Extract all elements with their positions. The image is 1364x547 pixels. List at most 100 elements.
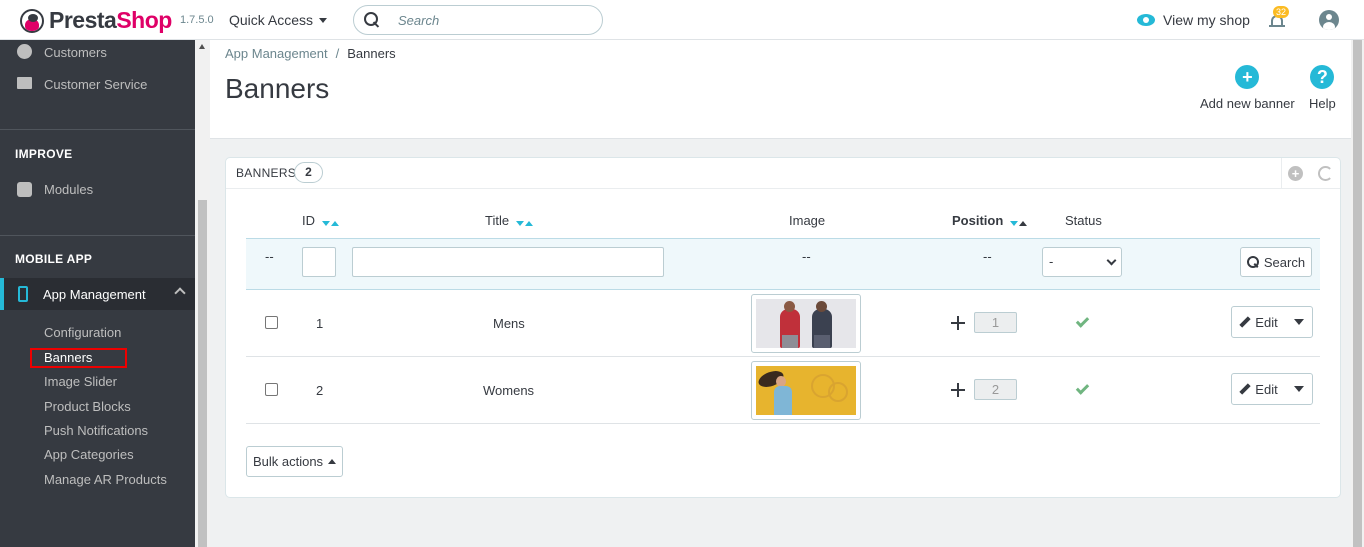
caret-up-icon: [328, 459, 337, 464]
sidebar-sub-configuration[interactable]: Configuration: [44, 325, 121, 340]
sort-desc-icon[interactable]: [321, 221, 330, 227]
sidebar-section-improve: IMPROVE: [15, 147, 73, 161]
row-id: 2: [316, 383, 324, 398]
view-my-shop-link[interactable]: View my shop: [1137, 12, 1250, 28]
edit-label: Edit: [1255, 381, 1278, 397]
edit-button[interactable]: Edit: [1232, 307, 1286, 337]
filter-status-select[interactable]: -: [1042, 247, 1122, 277]
header-search[interactable]: [353, 5, 603, 35]
sidebar-sub-manage-ar-products[interactable]: Manage AR Products: [44, 472, 167, 487]
sidebar-item-customer-service[interactable]: Customer Service: [0, 69, 195, 99]
sidebar-divider: [0, 129, 195, 130]
help-icon: ?: [1310, 65, 1335, 89]
filter-bulk-placeholder: --: [265, 249, 274, 264]
table-row: 1 Mens 1 Edit: [246, 290, 1320, 357]
edit-label: Edit: [1255, 314, 1278, 330]
chevron-up-icon[interactable]: [174, 287, 186, 299]
quick-access-dropdown[interactable]: Quick Access: [229, 12, 328, 28]
sidebar: Customers Customer Service IMPROVE Modul…: [0, 40, 195, 547]
page-title: Banners: [225, 73, 330, 104]
row-actions: Edit: [1231, 373, 1313, 405]
prestashop-logo[interactable]: PrestaShop: [20, 7, 172, 34]
sidebar-sub-product-blocks[interactable]: Product Blocks: [44, 399, 131, 414]
breadcrumb-current: Banners: [347, 46, 396, 61]
employee-avatar-icon[interactable]: [1319, 10, 1339, 30]
breadcrumb-parent[interactable]: App Management: [225, 46, 328, 61]
sidebar-item-label: Customer Service: [44, 76, 148, 92]
chevron-down-icon: [1106, 255, 1117, 266]
sort-asc-icon[interactable]: [524, 221, 533, 227]
search-input[interactable]: [398, 12, 588, 28]
search-icon[interactable]: [364, 12, 380, 28]
sidebar-item-label: Modules: [44, 181, 94, 197]
row-position: 1: [974, 312, 1017, 333]
sidebar-item-label: App Management: [43, 287, 146, 302]
refresh-icon[interactable]: [1318, 166, 1333, 181]
sort-controls: [515, 214, 533, 229]
scroll-up-arrow-icon[interactable]: [199, 44, 205, 49]
page-scrollbar-thumb[interactable]: [1353, 40, 1362, 547]
phone-icon: [18, 286, 28, 302]
row-checkbox[interactable]: [265, 383, 278, 396]
filter-search-label: Search: [1263, 254, 1306, 270]
row-position: 2: [974, 379, 1017, 400]
version-label: 1.7.5.0: [180, 14, 214, 26]
filter-search-button[interactable]: Search: [1240, 247, 1312, 277]
page-scrollbar[interactable]: [1351, 40, 1364, 547]
check-icon[interactable]: [1075, 384, 1088, 393]
user-icon: [17, 44, 32, 59]
sidebar-item-customers[interactable]: Customers: [0, 37, 195, 67]
sort-asc-icon[interactable]: [1018, 221, 1027, 227]
sidebar-item-modules[interactable]: Modules: [0, 174, 195, 204]
highlight-box: [30, 348, 127, 368]
panel-tools: +: [1281, 158, 1341, 189]
filter-image-placeholder: --: [802, 249, 811, 264]
breadcrumb-separator: /: [335, 46, 340, 61]
filter-row: -- -- -- - Search: [246, 238, 1320, 290]
logo-icon: [20, 8, 44, 33]
add-new-banner-label: Add new banner: [1200, 96, 1295, 111]
drag-handle-icon[interactable]: [951, 316, 965, 330]
sidebar-sub-image-slider[interactable]: Image Slider: [44, 374, 117, 389]
help-button[interactable]: ? Help: [1309, 65, 1336, 111]
add-new-banner-button[interactable]: + Add new banner: [1200, 65, 1295, 111]
filter-position-placeholder: --: [983, 249, 992, 264]
notifications-button[interactable]: 32: [1268, 6, 1290, 32]
row-title: Womens: [483, 383, 535, 398]
sort-asc-icon[interactable]: [330, 221, 339, 227]
logo-text-shop: Shop: [116, 7, 172, 33]
sidebar-sub-app-categories[interactable]: App Categories: [44, 447, 134, 462]
column-header-id: ID: [302, 213, 339, 229]
sidebar-divider: [0, 235, 195, 236]
add-icon[interactable]: +: [1288, 166, 1303, 181]
bulk-actions-button[interactable]: Bulk actions: [246, 446, 343, 477]
sidebar-sub-push-notifications[interactable]: Push Notifications: [44, 423, 148, 438]
row-checkbox[interactable]: [265, 316, 278, 329]
filter-id-input[interactable]: [302, 247, 336, 277]
sort-desc-icon[interactable]: [1009, 221, 1018, 227]
pencil-icon: [1240, 317, 1250, 327]
column-header-status: Status: [1065, 213, 1102, 228]
sidebar-item-app-management[interactable]: App Management: [0, 278, 195, 310]
view-my-shop-label: View my shop: [1163, 12, 1250, 28]
top-header: PrestaShop 1.7.5.0 Quick Access View my …: [0, 0, 1364, 40]
panel-title: BANNERS: [236, 166, 297, 180]
row-actions-dropdown-caret-icon[interactable]: [1286, 374, 1312, 404]
sort-desc-icon[interactable]: [515, 221, 524, 227]
filter-status-value: -: [1049, 254, 1054, 269]
row-actions-dropdown-caret-icon[interactable]: [1286, 307, 1312, 337]
drag-handle-icon[interactable]: [951, 383, 965, 397]
sidebar-scrollbar-thumb[interactable]: [198, 200, 207, 547]
edit-button[interactable]: Edit: [1232, 374, 1286, 404]
filter-title-input[interactable]: [352, 247, 664, 277]
help-label: Help: [1309, 96, 1336, 111]
sidebar-scrollbar[interactable]: [195, 40, 210, 547]
check-icon[interactable]: [1075, 317, 1088, 326]
sidebar-item-label: Customers: [44, 44, 107, 60]
column-header-position: Position: [952, 213, 1027, 229]
banners-panel: BANNERS 2 + ID Title Image Position Stat…: [225, 157, 1341, 498]
active-indicator: [0, 278, 4, 310]
row-image: [751, 361, 861, 420]
count-badge: 2: [294, 162, 323, 183]
chevron-down-icon: [319, 17, 328, 23]
